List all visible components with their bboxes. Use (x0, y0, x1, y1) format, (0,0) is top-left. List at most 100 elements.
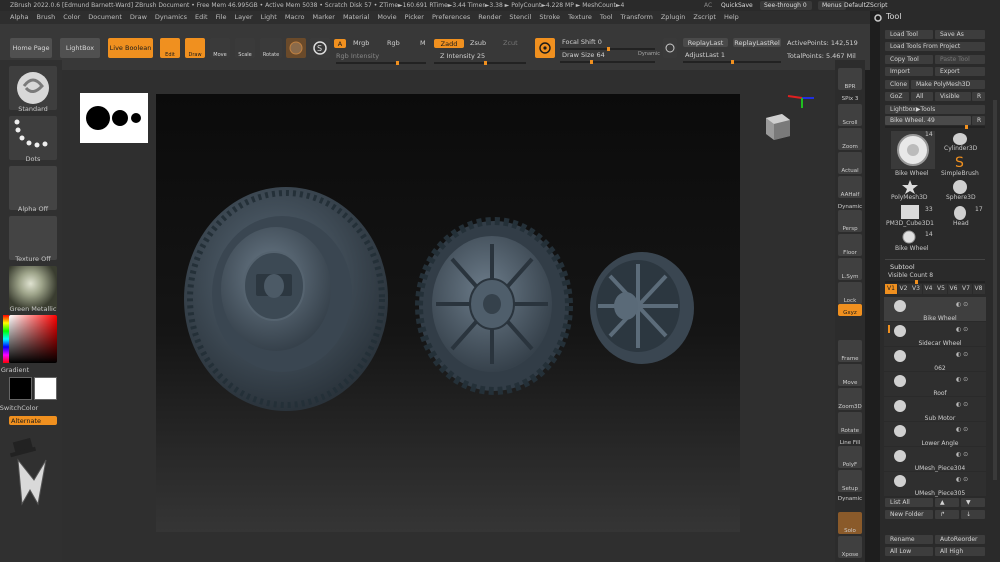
m-toggle[interactable]: M (420, 39, 426, 47)
rotate-button[interactable]: Rotate (260, 38, 282, 58)
goz-button[interactable]: GoZ (885, 92, 909, 101)
current-tool-r-button[interactable]: R (972, 116, 985, 125)
floor-button[interactable]: Floor (838, 234, 862, 256)
visibility-eye-icon[interactable]: ◐ ⊙ (956, 326, 968, 333)
lazy-mouse-button[interactable] (663, 38, 677, 58)
zoom-button[interactable]: Zoom (838, 128, 862, 150)
rgb-intensity-track[interactable] (336, 61, 426, 65)
zsub-toggle[interactable]: Zsub (470, 39, 486, 47)
menu-material[interactable]: Material (343, 13, 369, 21)
version-tab-v1[interactable]: V1 (885, 284, 897, 294)
menu-light[interactable]: Light (261, 13, 277, 21)
version-tab-v2[interactable]: V2 (897, 284, 910, 294)
hue-strip[interactable] (3, 315, 9, 363)
version-tab-v8[interactable]: V8 (972, 284, 985, 294)
export-button[interactable]: Export (935, 67, 985, 76)
sphere3d-icon[interactable] (952, 179, 968, 195)
polyf-button[interactable]: PolyF (838, 446, 862, 468)
auto-reorder-button[interactable]: AutoReorder (935, 535, 985, 544)
lsym-button[interactable]: L.Sym (838, 258, 862, 280)
clone-button[interactable]: Clone (885, 80, 909, 89)
visibility-eye-icon[interactable]: ◐ ⊙ (956, 426, 968, 433)
menu-edit[interactable]: Edit (195, 13, 208, 21)
menu-preferences[interactable]: Preferences (432, 13, 470, 21)
version-tab-v7[interactable]: V7 (960, 284, 972, 294)
save-as-button[interactable]: Save As (935, 30, 985, 39)
move-button[interactable]: Move (210, 38, 230, 58)
visibility-eye-icon[interactable]: ◐ ⊙ (956, 301, 968, 308)
head-icon[interactable] (951, 205, 969, 221)
menu-marker[interactable]: Marker (312, 13, 334, 21)
lock-button[interactable]: Lock (838, 282, 862, 304)
menu-layer[interactable]: Layer (234, 13, 252, 21)
z-intensity-track[interactable] (434, 61, 526, 65)
arrow-down-button[interactable]: ↓ (961, 510, 985, 519)
version-tab-v3[interactable]: V3 (910, 284, 922, 294)
visibility-eye-icon[interactable]: ◐ ⊙ (956, 376, 968, 383)
load-tools-from-project-button[interactable]: Load Tools From Project (885, 42, 985, 51)
solo-button[interactable]: Solo (838, 512, 862, 534)
stroke-button[interactable] (535, 38, 555, 58)
visibility-eye-icon[interactable]: ◐ ⊙ (956, 476, 968, 483)
list-all-button[interactable]: List All (885, 498, 933, 507)
paste-tool-button[interactable]: Paste Tool (935, 55, 985, 64)
replay-last-rel-button[interactable]: ReplayLastRel (733, 38, 781, 47)
pm3d-cube-icon[interactable] (901, 205, 919, 219)
zadd-toggle[interactable]: Zadd (434, 39, 464, 48)
dynamic-toggle[interactable]: Dynamic (638, 51, 660, 57)
replay-last-button[interactable]: ReplayLast (683, 38, 728, 47)
main-color-swatch[interactable] (9, 377, 32, 400)
version-tab-v4[interactable]: V4 (922, 284, 935, 294)
frame-button[interactable]: Frame (838, 340, 862, 362)
draw-size-track[interactable] (560, 60, 655, 64)
rgb-toggle[interactable]: Rgb (387, 39, 400, 47)
make-polymesh3d-button[interactable]: Make PolyMesh3D (911, 80, 985, 89)
bpr-button[interactable]: BPR (838, 68, 862, 90)
version-tab-v6[interactable]: V6 (947, 284, 960, 294)
alpha-button[interactable] (9, 166, 57, 210)
import-button[interactable]: Import (885, 67, 933, 76)
menu-macro[interactable]: Macro (285, 13, 305, 21)
mrgb-toggle[interactable]: Mrgb (353, 39, 369, 47)
menu-render[interactable]: Render (478, 13, 501, 21)
goz-all-button[interactable]: All (911, 92, 933, 101)
secondary-color-swatch[interactable] (34, 377, 57, 400)
edit-button[interactable]: Edit (160, 38, 180, 58)
menu-zscript[interactable]: Zscript (693, 13, 716, 21)
visibility-eye-icon[interactable]: ◐ ⊙ (956, 451, 968, 458)
polymesh3d-icon[interactable] (901, 179, 919, 195)
tool-panel-scrollbar[interactable] (993, 100, 997, 480)
subtool-title[interactable]: Subtool (890, 263, 915, 271)
visible-count-slider[interactable]: Visible Count 8 (888, 272, 933, 279)
axis-gizmo-icon[interactable] (762, 88, 822, 148)
zcut-toggle[interactable]: Zcut (503, 39, 518, 47)
color-picker[interactable] (9, 315, 57, 363)
visibility-eye-icon[interactable]: ◐ ⊙ (956, 351, 968, 358)
material-button[interactable] (9, 266, 57, 310)
draw-button[interactable]: Draw (185, 38, 205, 58)
a-toggle[interactable]: A (334, 39, 346, 48)
menu-zplugin[interactable]: Zplugin (661, 13, 686, 21)
load-tool-button[interactable]: Load Tool (885, 30, 933, 39)
stroke-type-button[interactable] (9, 116, 57, 160)
gear-icon[interactable] (873, 13, 883, 23)
move-down-button[interactable]: ▼ (961, 498, 985, 507)
goz-r-button[interactable]: R (972, 92, 985, 101)
texture-button[interactable] (9, 216, 57, 260)
menu-picker[interactable]: Picker (405, 13, 424, 21)
lightbox-button[interactable]: LightBox (60, 38, 100, 58)
scroll-button[interactable]: Scroll (838, 104, 862, 126)
setup-button[interactable]: Setup (838, 470, 862, 492)
menu-tool[interactable]: Tool (600, 13, 613, 21)
alternate-button[interactable]: Alternate (9, 416, 57, 425)
line-fill-button[interactable]: Line Fill (838, 438, 862, 446)
menu-dynamics[interactable]: Dynamics (155, 13, 187, 21)
menu-alpha[interactable]: Alpha (10, 13, 28, 21)
menu-help[interactable]: Help (724, 13, 739, 21)
adjust-last-track[interactable] (683, 60, 781, 64)
version-tab-v5[interactable]: V5 (935, 284, 947, 294)
focal-shift-track[interactable] (560, 47, 655, 51)
current-tool-track[interactable] (885, 125, 985, 129)
adjust-last-slider[interactable]: AdjustLast 1 (685, 51, 725, 59)
z-intensity-slider[interactable]: Z Intensity 25 (440, 52, 485, 60)
